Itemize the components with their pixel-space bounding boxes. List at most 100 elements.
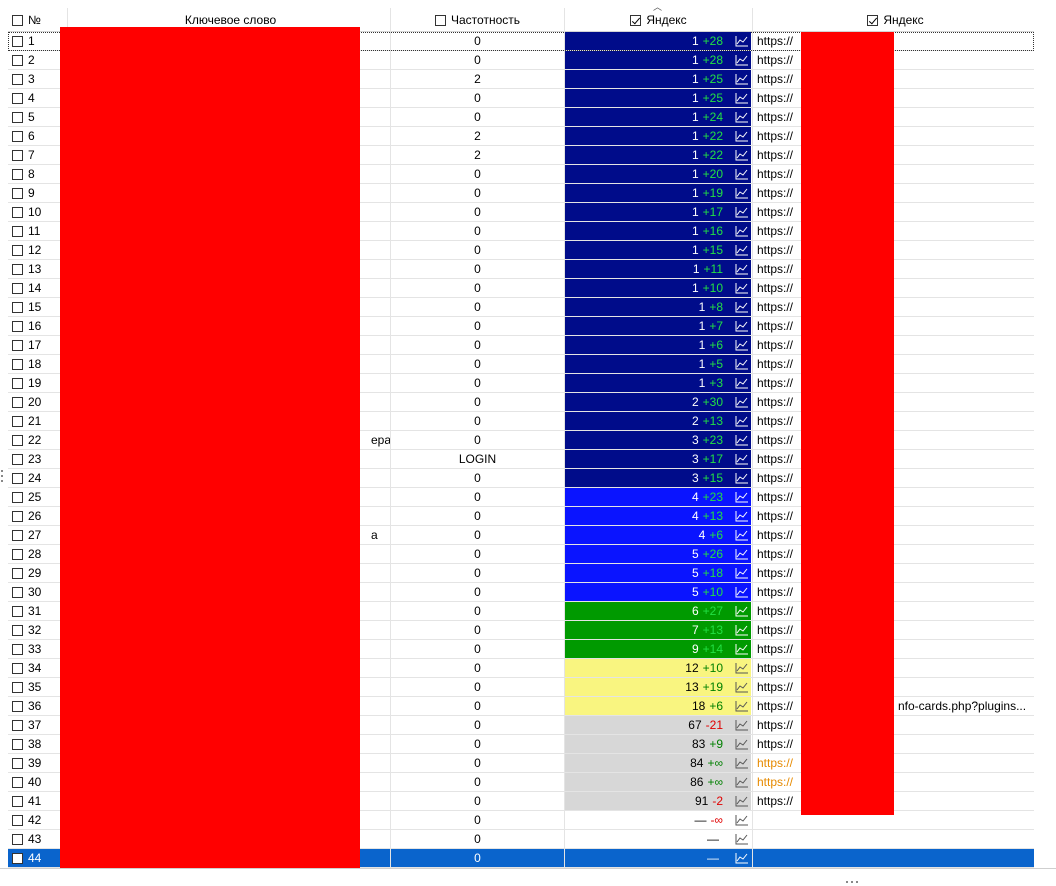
row-checkbox[interactable]	[12, 93, 23, 104]
header-yandex-url[interactable]: Яндекс	[753, 8, 1034, 32]
yandex-rank-cell[interactable]: 84 +∞	[565, 754, 753, 772]
yandex-rank-cell[interactable]: 1 +7	[565, 317, 753, 335]
chart-icon[interactable]	[735, 73, 749, 85]
url-link[interactable]: https://	[757, 756, 793, 770]
header-num[interactable]: №	[8, 8, 68, 32]
row-checkbox[interactable]	[12, 492, 23, 503]
yandex-rank-cell[interactable]: 18 +6	[565, 697, 753, 715]
url-link[interactable]: https://	[757, 186, 793, 200]
url-link[interactable]: https://	[757, 53, 793, 67]
yandex-rank-cell[interactable]: 2 +13	[565, 412, 753, 430]
url-link[interactable]: https://	[757, 148, 793, 162]
yandex-rank-cell[interactable]: 1 +25	[565, 89, 753, 107]
yandex-rank-cell[interactable]: 4 +6	[565, 526, 753, 544]
url-link[interactable]: https://	[757, 433, 793, 447]
chart-icon[interactable]	[735, 491, 749, 503]
url-link[interactable]: https://	[757, 357, 793, 371]
yandex-rank-cell[interactable]: 5 +10	[565, 583, 753, 601]
url-link[interactable]: https://	[757, 319, 793, 333]
url-link[interactable]: https://	[757, 661, 793, 675]
url-link[interactable]: https://	[757, 509, 793, 523]
chart-icon[interactable]	[735, 567, 749, 579]
chart-icon[interactable]	[735, 586, 749, 598]
chart-icon[interactable]	[735, 130, 749, 142]
chart-icon[interactable]	[735, 377, 749, 389]
yandex-rank-cell[interactable]: 83 +9	[565, 735, 753, 753]
yandex-rank-cell[interactable]: 1 +20	[565, 165, 753, 183]
bottom-splitter-handle[interactable]	[846, 872, 862, 883]
chart-icon[interactable]	[735, 795, 749, 807]
yandex-rank-cell[interactable]: 1 +5	[565, 355, 753, 373]
url-link[interactable]: https://	[757, 775, 793, 789]
row-checkbox[interactable]	[12, 568, 23, 579]
row-checkbox[interactable]	[12, 815, 23, 826]
row-checkbox[interactable]	[12, 74, 23, 85]
row-checkbox[interactable]	[12, 644, 23, 655]
url-link[interactable]: https://	[757, 452, 793, 466]
yandex-rank-cell[interactable]: 67 -21	[565, 716, 753, 734]
row-checkbox[interactable]	[12, 150, 23, 161]
row-checkbox[interactable]	[12, 625, 23, 636]
row-checkbox[interactable]	[12, 226, 23, 237]
row-checkbox[interactable]	[12, 587, 23, 598]
yandex-rank-cell[interactable]: —	[565, 830, 753, 848]
row-checkbox[interactable]	[12, 36, 23, 47]
row-checkbox[interactable]	[12, 530, 23, 541]
chart-icon[interactable]	[735, 472, 749, 484]
url-link[interactable]: https://	[757, 585, 793, 599]
row-checkbox[interactable]	[12, 739, 23, 750]
chart-icon[interactable]	[735, 187, 749, 199]
yandex-rank-cell[interactable]: 86 +∞	[565, 773, 753, 791]
chart-icon[interactable]	[735, 833, 749, 845]
yandex-rank-cell[interactable]: 1 +6	[565, 336, 753, 354]
yandex-rank-cell[interactable]: 1 +28	[565, 51, 753, 69]
url-link[interactable]: https://	[757, 642, 793, 656]
chart-icon[interactable]	[735, 396, 749, 408]
url-link[interactable]: https://	[757, 338, 793, 352]
yandex-rank-cell[interactable]: 4 +13	[565, 507, 753, 525]
yandex-rank-cell[interactable]: 5 +26	[565, 545, 753, 563]
url-link[interactable]: https://	[757, 34, 793, 48]
url-link[interactable]: https://	[757, 376, 793, 390]
row-checkbox[interactable]	[12, 758, 23, 769]
url-link[interactable]: https://	[757, 205, 793, 219]
row-checkbox[interactable]	[12, 245, 23, 256]
yandex-rank-cell[interactable]: 1 +28	[565, 32, 753, 50]
yandex-rank-cell[interactable]: 1 +24	[565, 108, 753, 126]
row-checkbox[interactable]	[12, 55, 23, 66]
yandex-url-checkbox[interactable]	[867, 15, 879, 26]
yandex-rank-cell[interactable]: 3 +17	[565, 450, 753, 468]
row-checkbox[interactable]	[12, 397, 23, 408]
yandex-rank-cell[interactable]: 5 +18	[565, 564, 753, 582]
chart-icon[interactable]	[735, 757, 749, 769]
row-checkbox[interactable]	[12, 378, 23, 389]
chart-icon[interactable]	[735, 282, 749, 294]
chart-icon[interactable]	[735, 54, 749, 66]
url-link[interactable]: https://	[757, 794, 793, 808]
url-link[interactable]: https://	[757, 623, 793, 637]
url-link[interactable]: https://	[757, 224, 793, 238]
row-checkbox[interactable]	[12, 511, 23, 522]
row-checkbox[interactable]	[12, 359, 23, 370]
row-checkbox[interactable]	[12, 340, 23, 351]
chart-icon[interactable]	[735, 434, 749, 446]
chart-icon[interactable]	[735, 605, 749, 617]
yandex-rank-cell[interactable]: 6 +27	[565, 602, 753, 620]
url-link[interactable]: https://	[757, 680, 793, 694]
url-link[interactable]: https://	[757, 414, 793, 428]
yandex-rank-cell[interactable]: 9 +14	[565, 640, 753, 658]
yandex-rank-cell[interactable]: —	[565, 849, 753, 867]
chart-icon[interactable]	[735, 358, 749, 370]
chart-icon[interactable]	[735, 529, 749, 541]
row-checkbox[interactable]	[12, 777, 23, 788]
row-checkbox[interactable]	[12, 435, 23, 446]
chart-icon[interactable]	[735, 225, 749, 237]
header-yandex-rank[interactable]: ︿ Яндекс	[565, 2, 753, 32]
chart-icon[interactable]	[735, 700, 749, 712]
yandex-rank-cell[interactable]: 3 +23	[565, 431, 753, 449]
url-link[interactable]: https://	[757, 91, 793, 105]
row-checkbox[interactable]	[12, 834, 23, 845]
row-checkbox[interactable]	[12, 416, 23, 427]
url-link[interactable]: https://	[757, 566, 793, 580]
yandex-rank-cell[interactable]: — -∞	[565, 811, 753, 829]
